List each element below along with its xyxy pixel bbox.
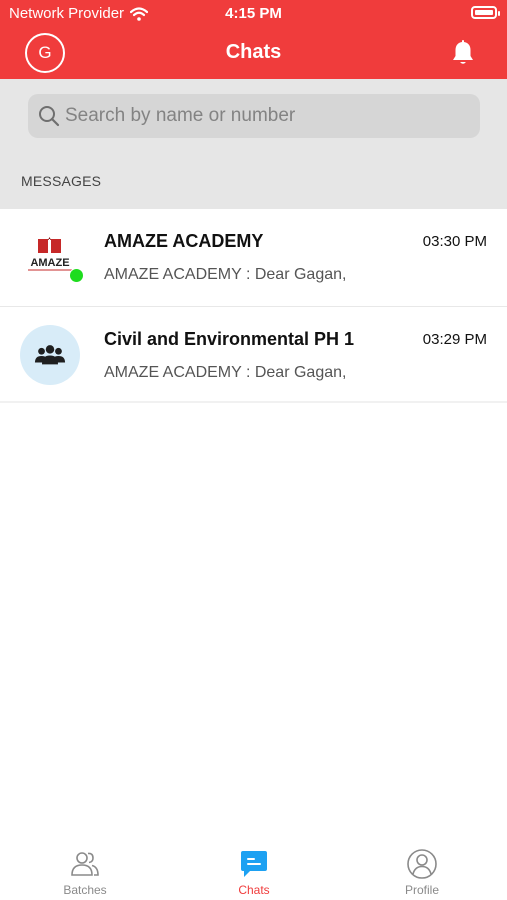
chat-preview: AMAZE ACADEMY : Dear Gagan, <box>104 364 347 381</box>
search-icon <box>39 106 60 127</box>
chat-name: Civil and Environmental PH 1 <box>104 329 355 349</box>
online-status-indicator <box>69 268 84 283</box>
chat-timestamp: 03:29 PM <box>422 331 487 348</box>
search-input[interactable] <box>65 94 470 138</box>
search-section: MESSAGES <box>0 79 507 209</box>
chat-item-civil-environmental[interactable]: Civil and Environmental PH 1 03:29 PM AM… <box>0 306 507 403</box>
tab-label: Profile <box>404 883 439 897</box>
tab-batches[interactable]: Batches <box>25 848 145 897</box>
search-bar[interactable] <box>28 94 480 138</box>
svg-text:AMAZE: AMAZE <box>30 257 69 269</box>
tab-profile[interactable]: Profile <box>362 848 482 897</box>
chat-timestamp: 03:30 PM <box>422 233 487 250</box>
notification-bell-icon[interactable] <box>449 39 477 67</box>
app-header: Network Provider 4:15 PM G Chats <box>0 0 507 79</box>
battery-icon <box>471 6 500 19</box>
status-bar: Network Provider 4:15 PM <box>0 0 507 28</box>
messages-section-label: MESSAGES <box>21 173 102 189</box>
chat-name: AMAZE ACADEMY <box>104 231 264 251</box>
batches-icon <box>71 852 99 876</box>
chat-item-amaze-academy[interactable]: AMAZE AMAZE ACADEMY 03:30 PM AMAZE ACADE… <box>0 209 507 306</box>
status-time: 4:15 PM <box>225 5 282 22</box>
nav-bar: G Chats <box>0 32 507 76</box>
group-icon <box>34 345 66 365</box>
profile-icon <box>407 849 437 879</box>
group-avatar <box>20 325 80 385</box>
chat-preview: AMAZE ACADEMY : Dear Gagan, <box>104 266 347 283</box>
chat-list: AMAZE AMAZE ACADEMY 03:30 PM AMAZE ACADE… <box>0 209 507 403</box>
tab-label: Batches <box>63 883 107 897</box>
tab-label: Chats <box>238 883 270 897</box>
page-title: Chats <box>225 41 282 63</box>
chat-bubble-icon <box>241 851 267 877</box>
bottom-tab-bar: Batches Chats Profile <box>0 838 507 900</box>
tab-chats[interactable]: Chats <box>194 848 314 897</box>
